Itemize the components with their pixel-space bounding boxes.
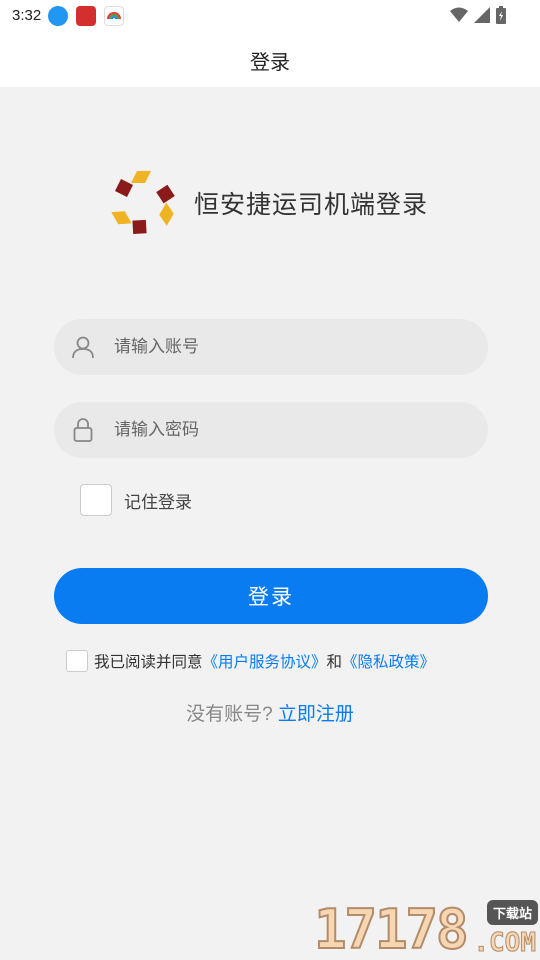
watermark-badge: 下载站 xyxy=(486,900,538,925)
agreement-row: 我已阅读并同意 《用户服务协议》 和 《隐私政策》 xyxy=(66,650,435,672)
password-input[interactable] xyxy=(114,402,474,458)
watermark-digits: 17178 xyxy=(313,898,470,960)
app-rainbow-icon xyxy=(104,6,124,26)
register-row: 没有账号? 立即注册 xyxy=(0,699,540,726)
watermark-com: .COM xyxy=(473,928,537,959)
status-bar: 3:32 xyxy=(0,0,540,32)
page-title: 登录 xyxy=(250,52,290,74)
app-red-icon xyxy=(76,6,96,26)
agreement-prefix: 我已阅读并同意 xyxy=(94,654,203,671)
brand-title: 恒安捷运司机端登录 xyxy=(194,191,429,219)
privacy-policy-link[interactable]: 《隐私政策》 xyxy=(342,650,435,672)
account-input[interactable] xyxy=(114,319,474,375)
agreement-checkbox[interactable] xyxy=(66,650,88,672)
register-prompt: 没有账号? xyxy=(186,704,273,725)
lock-icon xyxy=(73,418,93,442)
status-indicators xyxy=(450,6,506,24)
title-bar: 登录 xyxy=(0,32,540,87)
signal-icon xyxy=(474,7,490,23)
remember-checkbox[interactable] xyxy=(80,484,112,516)
app-logo xyxy=(111,171,175,235)
watermark: 下载站 17178 .COM xyxy=(310,898,540,960)
account-field[interactable] xyxy=(54,319,488,375)
register-link[interactable]: 立即注册 xyxy=(278,704,354,725)
status-time: 3:32 xyxy=(12,7,42,24)
brand: 恒安捷运司机端登录 xyxy=(108,168,428,238)
wifi-icon xyxy=(450,7,468,22)
agreement-conjunction: 和 xyxy=(326,654,343,671)
download-icon xyxy=(48,6,68,26)
password-field[interactable] xyxy=(54,402,488,458)
battery-icon xyxy=(496,6,506,24)
login-button[interactable]: 登录 xyxy=(54,568,488,624)
user-agreement-link[interactable]: 《用户服务协议》 xyxy=(203,650,327,672)
user-icon xyxy=(72,336,94,359)
remember-label: 记住登录 xyxy=(124,492,192,512)
remember-login[interactable]: 记住登录 xyxy=(80,484,192,516)
